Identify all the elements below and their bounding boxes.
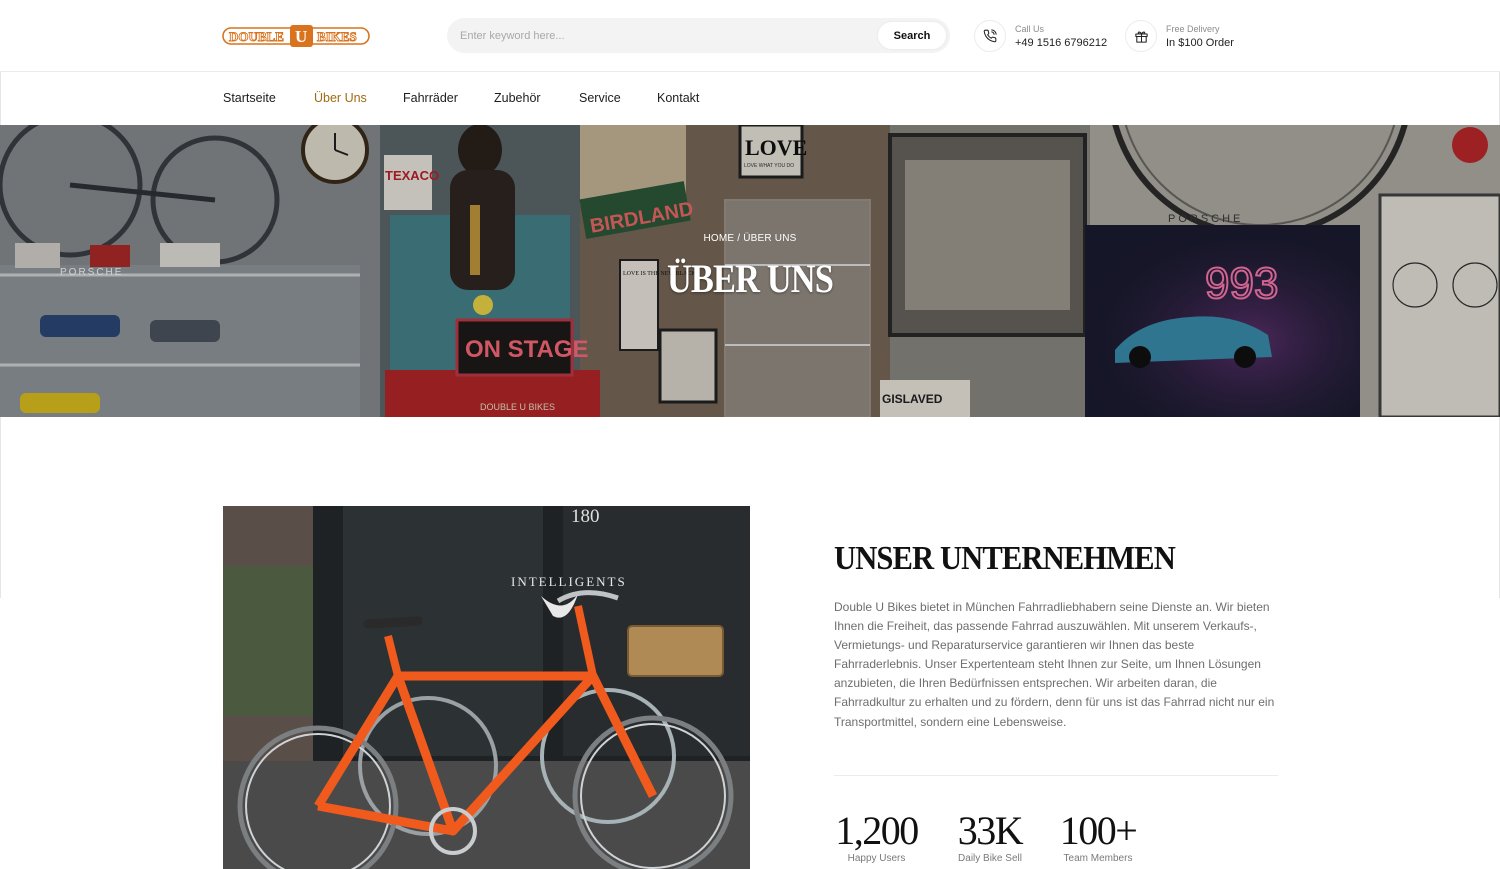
search-bar: Search xyxy=(447,18,950,53)
stat-label: Happy Users xyxy=(847,853,906,864)
delivery-value: In $100 Order xyxy=(1166,37,1234,49)
site-logo[interactable]: DOUBLE U BIKES xyxy=(222,24,370,48)
breadcrumb-home[interactable]: HOME xyxy=(703,233,734,244)
stat-label: Daily Bike Sell xyxy=(958,853,1022,864)
left-border-line xyxy=(0,417,1,598)
nav-item-startseite[interactable]: Startseite xyxy=(223,91,276,105)
search-input[interactable] xyxy=(447,18,867,53)
section-title: UNSER UNTERNEHMEN xyxy=(834,540,1176,577)
about-photo: 180 INTELLIGENTS xyxy=(223,506,750,869)
page-title: ÜBER UNS xyxy=(666,256,834,301)
nav-item-ueber-uns[interactable]: Über Uns xyxy=(314,91,367,105)
main-nav: Startseite Über Uns Fahrräder Zubehör Se… xyxy=(0,72,1500,125)
contact-call[interactable]: Call Us +49 1516 6796212 xyxy=(974,20,1114,52)
logo-text-mid: U xyxy=(295,27,307,46)
hero-banner: PORSCHE TEXACO ON STAGE DOUBLE U BIKES B… xyxy=(0,125,1500,417)
call-label: Call Us xyxy=(1015,24,1045,34)
delivery-label: Free Delivery xyxy=(1166,24,1220,34)
logo-graphic: DOUBLE U BIKES xyxy=(222,25,370,47)
search-button[interactable]: Search xyxy=(878,22,946,49)
section-description: Double U Bikes bietet in München Fahrrad… xyxy=(834,600,1275,729)
logo-text-right: BIKES xyxy=(317,29,357,44)
stat-daily-bike-sell: 33K Daily Bike Sell xyxy=(954,808,1026,864)
photo-decor-shop-sign: INTELLIGENTS xyxy=(511,574,627,589)
about-photo-image: 180 INTELLIGENTS xyxy=(223,506,750,869)
nav-item-kontakt[interactable]: Kontakt xyxy=(657,91,699,105)
stat-happy-users: 1,200 Happy Users xyxy=(834,808,919,864)
nav-item-zubehoer[interactable]: Zubehör xyxy=(494,91,541,105)
stat-team-members: 100+ Team Members xyxy=(1058,808,1138,864)
top-header: DOUBLE U BIKES Search Call Us +49 1516 6… xyxy=(0,0,1500,72)
nav-item-fahrraeder[interactable]: Fahrräder xyxy=(403,91,458,105)
phone-icon xyxy=(974,20,1006,52)
gift-icon xyxy=(1125,20,1157,52)
stat-value: 33K xyxy=(957,808,1024,853)
breadcrumb-current: ÜBER UNS xyxy=(743,233,797,244)
call-number: +49 1516 6796212 xyxy=(1015,37,1108,49)
stat-value: 1,200 xyxy=(835,808,919,853)
divider xyxy=(834,775,1278,776)
contact-delivery: Free Delivery In $100 Order xyxy=(1125,20,1245,52)
logo-text-left: DOUBLE xyxy=(229,29,284,44)
photo-decor-number: 180 xyxy=(571,506,600,527)
breadcrumb-separator: / xyxy=(737,233,741,244)
breadcrumb: HOME / ÜBER UNS xyxy=(0,233,1500,244)
stat-label: Team Members xyxy=(1063,853,1133,864)
nav-item-service[interactable]: Service xyxy=(579,91,621,105)
stat-value: 100+ xyxy=(1059,808,1138,853)
